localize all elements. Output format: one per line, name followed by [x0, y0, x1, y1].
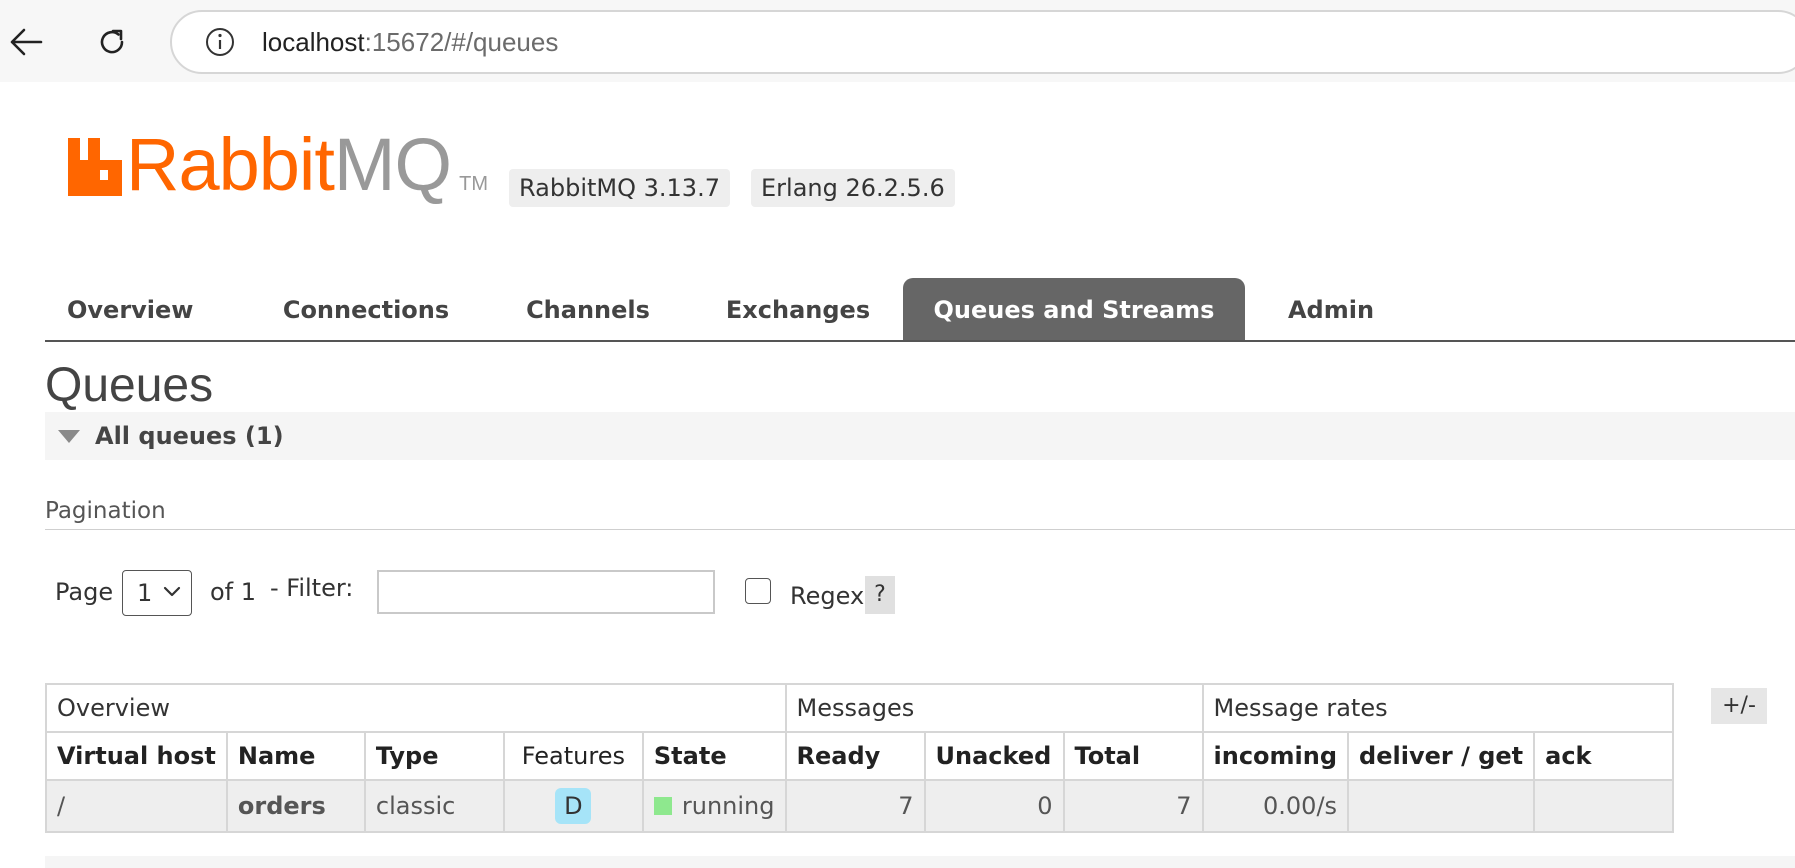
logo-mq-text: MQ — [333, 123, 452, 206]
column-header-features: Features — [502, 731, 644, 781]
toggle-columns-button[interactable]: +/- — [1711, 688, 1767, 724]
rabbit-logo-icon — [68, 138, 122, 196]
column-header-virtual-host[interactable]: Virtual host — [45, 731, 228, 781]
tab-admin[interactable]: Admin — [1283, 278, 1379, 340]
pagination-label: Pagination — [45, 498, 166, 524]
next-section-header[interactable] — [45, 856, 1795, 868]
main-nav-tabs: Overview Connections Channels Exchanges … — [45, 278, 1795, 342]
cell-features: D — [502, 779, 644, 833]
all-queues-section-toggle[interactable]: All queues (1) — [45, 412, 1795, 460]
column-header-incoming[interactable]: incoming — [1201, 731, 1350, 781]
cell-ack — [1533, 779, 1675, 833]
pagination-controls: Page 1 of 1 - Filter: Regex ? — [55, 568, 955, 616]
queue-name-link[interactable]: orders — [225, 779, 366, 833]
page-of-label: of 1 — [210, 578, 257, 606]
cell-incoming: 0.00/s — [1201, 779, 1350, 833]
table-row[interactable]: / orders classic D running 7 0 7 0.00/s — [45, 779, 1675, 833]
page-title: Queues — [45, 359, 214, 412]
address-bar[interactable]: localhost:15672/#/queues — [170, 10, 1795, 74]
page-select-value: 1 — [137, 579, 153, 607]
regex-label: Regex — [790, 582, 865, 610]
pagination-divider — [45, 529, 1795, 530]
cell-ready: 7 — [784, 779, 926, 833]
section-title: All queues (1) — [95, 422, 284, 450]
column-header-name[interactable]: Name — [225, 731, 366, 781]
column-header-ready[interactable]: Ready — [784, 731, 926, 781]
tab-channels[interactable]: Channels — [517, 278, 659, 340]
column-header-deliver-get[interactable]: deliver / get — [1347, 731, 1536, 781]
cell-virtual-host: / — [45, 779, 228, 833]
tab-queues-and-streams[interactable]: Queues and Streams — [903, 278, 1245, 340]
durable-feature-badge: D — [555, 788, 592, 824]
collapse-triangle-icon — [58, 430, 80, 443]
page-select[interactable]: 1 — [122, 570, 192, 616]
regex-help-button[interactable]: ? — [865, 576, 895, 614]
rabbitmq-version-badge: RabbitMQ 3.13.7 — [509, 169, 730, 207]
tab-connections[interactable]: Connections — [277, 278, 455, 340]
column-header-state[interactable]: State — [641, 731, 787, 781]
erlang-version-badge: Erlang 26.2.5.6 — [751, 169, 955, 207]
state-text: running — [681, 792, 775, 820]
queues-table: Overview Messages Message rates Virtual … — [45, 683, 1675, 833]
running-state-icon — [653, 797, 672, 815]
regex-checkbox[interactable] — [745, 578, 771, 604]
rabbitmq-logo[interactable]: Rabbit MQ TM — [68, 128, 488, 202]
tab-exchanges[interactable]: Exchanges — [711, 278, 885, 340]
group-header-message-rates: Message rates — [1201, 683, 1675, 733]
cell-total: 7 — [1062, 779, 1204, 833]
reload-icon[interactable] — [90, 20, 134, 64]
cell-deliver-get — [1347, 779, 1536, 833]
column-header-ack[interactable]: ack — [1533, 731, 1675, 781]
filter-input[interactable] — [377, 570, 715, 614]
chevron-down-icon — [163, 586, 181, 597]
logo-rabbit-text: Rabbit — [126, 123, 335, 206]
column-header-total[interactable]: Total — [1062, 731, 1204, 781]
info-icon[interactable] — [204, 26, 236, 58]
logo-tm-text: TM — [459, 173, 488, 195]
column-header-unacked[interactable]: Unacked — [923, 731, 1065, 781]
group-header-overview: Overview — [45, 683, 787, 733]
tab-overview[interactable]: Overview — [67, 278, 193, 340]
cell-type: classic — [363, 779, 505, 833]
page-label: Page — [55, 578, 114, 606]
column-header-type[interactable]: Type — [363, 731, 505, 781]
filter-label: - Filter: — [270, 574, 354, 602]
cell-state: running — [641, 779, 787, 833]
group-header-messages: Messages — [784, 683, 1204, 733]
browser-toolbar: localhost:15672/#/queues — [0, 0, 1795, 82]
back-arrow-icon[interactable] — [4, 20, 48, 64]
url-text[interactable]: localhost:15672/#/queues — [262, 27, 558, 58]
cell-unacked: 0 — [923, 779, 1065, 833]
